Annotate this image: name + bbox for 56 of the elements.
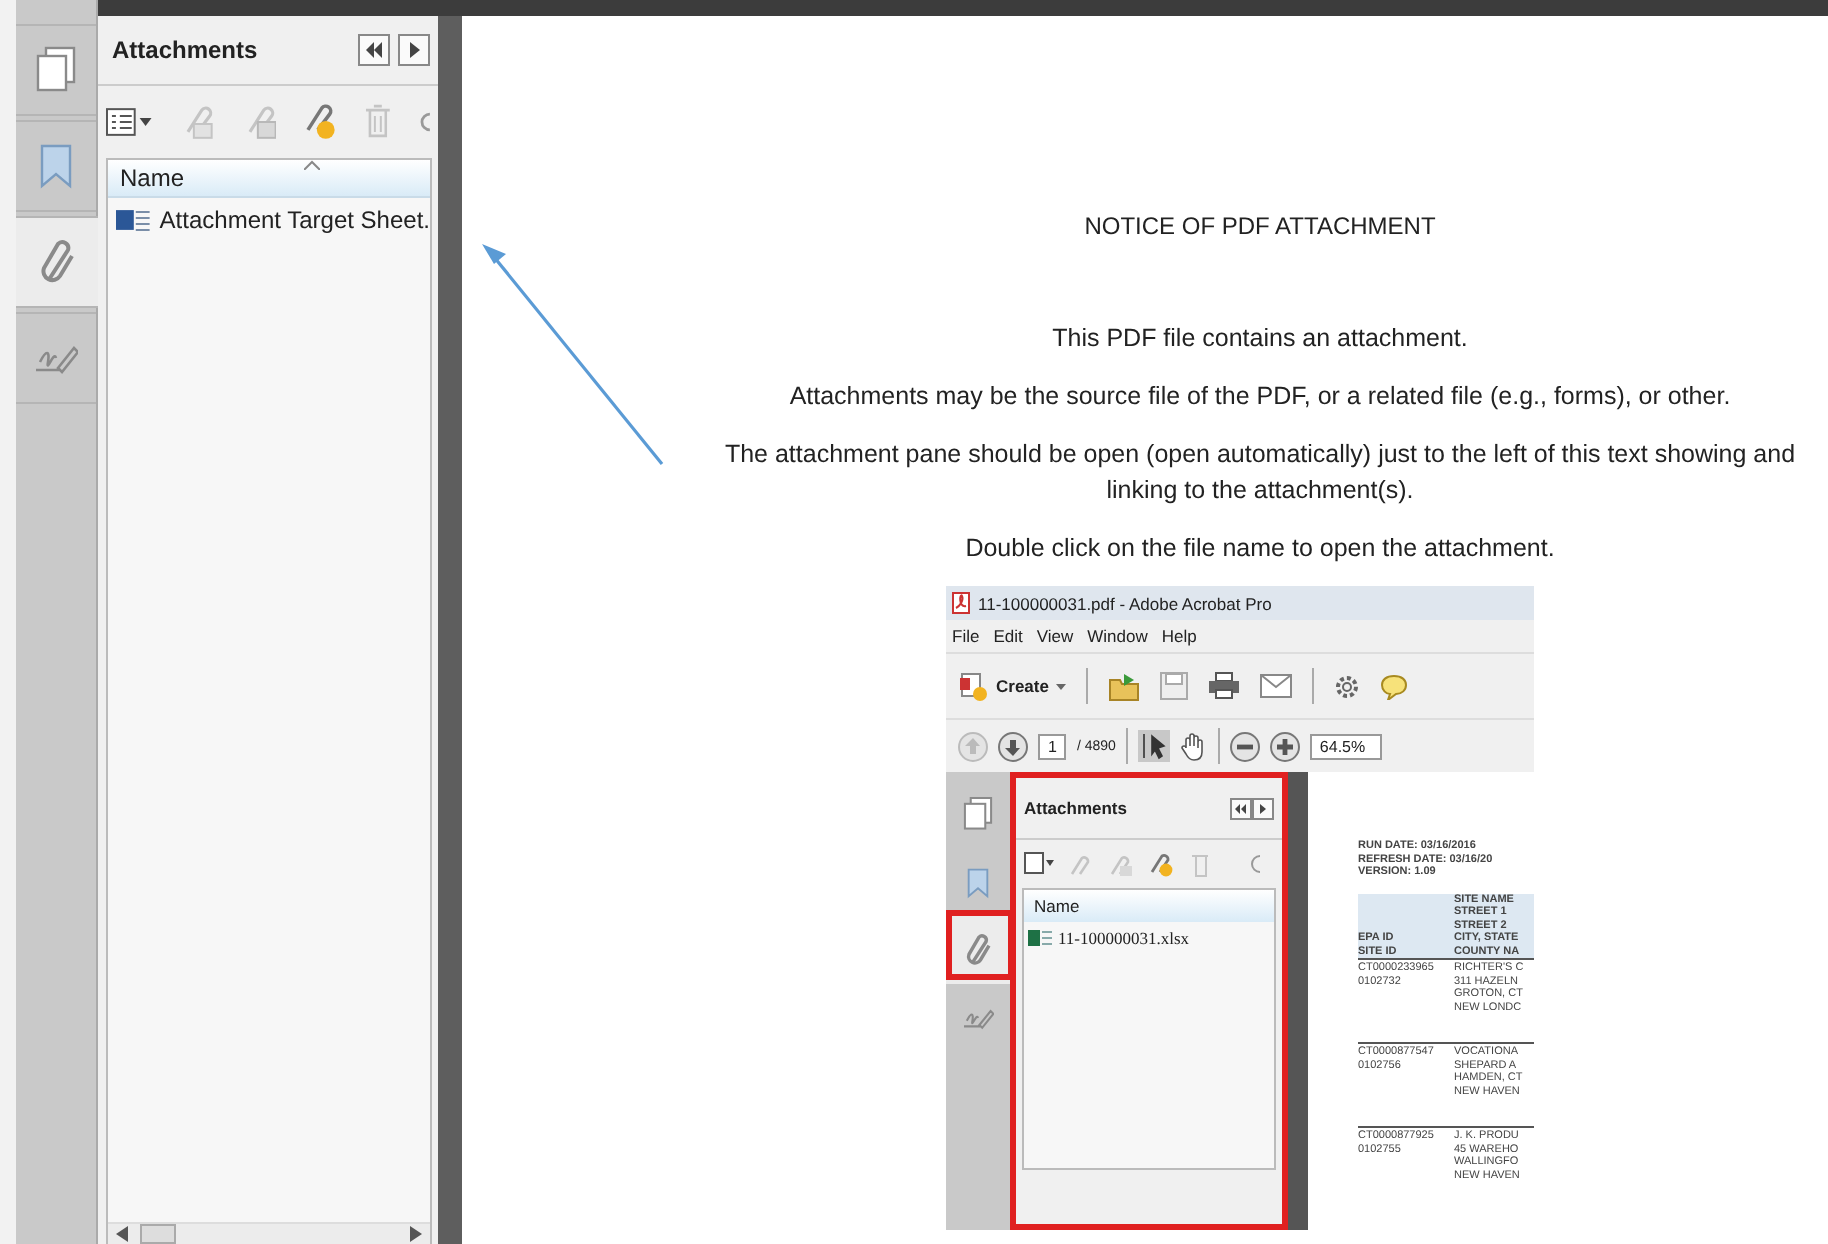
attachment-item[interactable]: 11-100000031.xlsx [1024, 922, 1274, 948]
save-icon[interactable] [1160, 672, 1189, 700]
collapse-panel-icon[interactable] [1230, 797, 1274, 819]
menu-item[interactable]: Edit [993, 626, 1023, 646]
print-icon[interactable] [1208, 672, 1241, 700]
create-icon [960, 671, 988, 701]
signature-icon [962, 1004, 994, 1032]
attachment-item[interactable]: Attachment Target Sheet. [108, 198, 430, 234]
select-tool-icon[interactable] [1137, 730, 1170, 762]
menu-item[interactable]: Help [1161, 626, 1197, 646]
zoom-field[interactable]: 64.5% [1309, 733, 1382, 759]
page-number-field[interactable]: 1 [1038, 733, 1067, 759]
menu-item[interactable]: File [952, 626, 980, 646]
settings-icon[interactable] [1334, 673, 1361, 699]
name-column-header[interactable]: Name [108, 160, 430, 198]
paragraph: The attachment pane should be open (open automatically) just to the left of this text showing and linking to the attachment(s). [724, 438, 1796, 508]
add-attachment-icon[interactable] [302, 104, 339, 140]
word-document-icon [116, 206, 152, 234]
scroll-right-icon[interactable] [410, 1226, 422, 1242]
create-button[interactable]: Create [960, 671, 1067, 701]
next-page-icon[interactable] [998, 731, 1028, 761]
spreadsheet-icon [1028, 928, 1052, 948]
window-title: 11-100000031.pdf - Adobe Acrobat Pro [978, 593, 1272, 613]
pages-icon [34, 46, 78, 94]
scroll-left-icon[interactable] [116, 1226, 128, 1242]
attachments-tab[interactable] [16, 216, 98, 308]
comment-icon[interactable] [1380, 673, 1409, 699]
name-column-header[interactable]: Name [1024, 890, 1274, 922]
scrollbar-thumb[interactable] [140, 1224, 176, 1244]
paragraph: This PDF file contains an attachment. [1052, 322, 1468, 356]
pages-icon [962, 796, 994, 832]
folder-icon[interactable] [1108, 671, 1141, 701]
options-icon[interactable] [106, 108, 154, 136]
bookmarks-tab[interactable] [16, 120, 96, 212]
zoom-out-icon[interactable] [1229, 731, 1260, 761]
highlight-rectangle [946, 910, 1014, 980]
paperclip-icon [963, 930, 993, 970]
paragraph: Double click on the file name to open the attachment. [965, 532, 1555, 566]
pdf-file-icon [952, 592, 970, 614]
collapse-panel-icon[interactable] [358, 34, 390, 66]
pages-tab[interactable] [16, 24, 96, 116]
hand-tool-icon[interactable] [1179, 731, 1208, 761]
bookmark-icon [966, 865, 990, 899]
horizontal-scrollbar[interactable] [108, 1222, 430, 1244]
menu-item[interactable]: Window [1087, 626, 1148, 646]
caret-icon [1056, 683, 1067, 689]
bookmark-icon [38, 142, 74, 190]
panel-title: Attachments [1024, 798, 1127, 818]
sort-caret-icon [304, 160, 320, 170]
panel-title: Attachments [112, 36, 258, 64]
menu-item[interactable]: View [1036, 626, 1074, 646]
signatures-tab[interactable] [16, 312, 96, 404]
document-heading: NOTICE OF PDF ATTACHMENT [1084, 212, 1436, 240]
paragraph: Attachments may be the source file of the PDF, or a related file (e.g., forms), or other. [789, 380, 1731, 414]
mail-icon[interactable] [1260, 674, 1293, 698]
zoom-in-icon[interactable] [1269, 731, 1300, 761]
